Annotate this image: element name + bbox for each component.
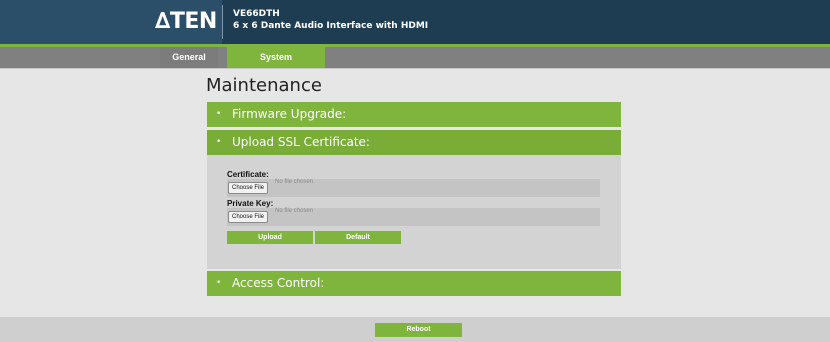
certificate-label: Certificate:	[227, 170, 269, 179]
section-firmware-upgrade[interactable]: • Firmware Upgrade:	[207, 102, 621, 127]
section-upload-ssl[interactable]: • Upload SSL Certificate:	[207, 130, 621, 155]
section-label: Access Control:	[232, 276, 325, 290]
private-key-label: Private Key:	[227, 199, 274, 208]
bullet-icon: •	[216, 278, 222, 288]
page-title: Maintenance	[206, 75, 322, 96]
section-access-control[interactable]: • Access Control:	[207, 271, 621, 296]
upload-button[interactable]: Upload	[227, 231, 313, 244]
brand-block: ∆TEN	[0, 0, 222, 44]
private-key-file-input[interactable]: Choose File No file chosen	[227, 208, 600, 226]
app-header: ∆TEN VE66DTH 6 x 6 Dante Audio Interface…	[0, 0, 830, 44]
device-description: 6 x 6 Dante Audio Interface with HDMI	[233, 21, 429, 31]
ssl-panel: Certificate: Choose File No file chosen …	[207, 155, 621, 269]
default-button[interactable]: Default	[315, 231, 401, 244]
private-key-no-file-text: No file chosen	[275, 208, 314, 214]
bullet-icon: •	[216, 137, 222, 147]
section-label: Firmware Upgrade:	[232, 107, 347, 121]
footer-bar: Reboot	[0, 317, 830, 342]
certificate-choose-file-button[interactable]: Choose File	[228, 182, 269, 194]
tab-general[interactable]: General	[160, 47, 218, 68]
nav-divider	[0, 68, 830, 69]
header-divider	[222, 5, 223, 39]
section-label: Upload SSL Certificate:	[232, 135, 370, 149]
bullet-icon: •	[216, 109, 222, 119]
reboot-button[interactable]: Reboot	[375, 323, 462, 337]
private-key-choose-file-button[interactable]: Choose File	[228, 211, 269, 223]
main-nav: General System	[0, 47, 830, 68]
tab-system[interactable]: System	[227, 47, 325, 68]
certificate-no-file-text: No file chosen	[275, 179, 314, 185]
certificate-file-input[interactable]: Choose File No file chosen	[227, 179, 600, 197]
aten-logo: ∆TEN	[155, 9, 217, 34]
model-name: VE66DTH	[233, 9, 280, 19]
